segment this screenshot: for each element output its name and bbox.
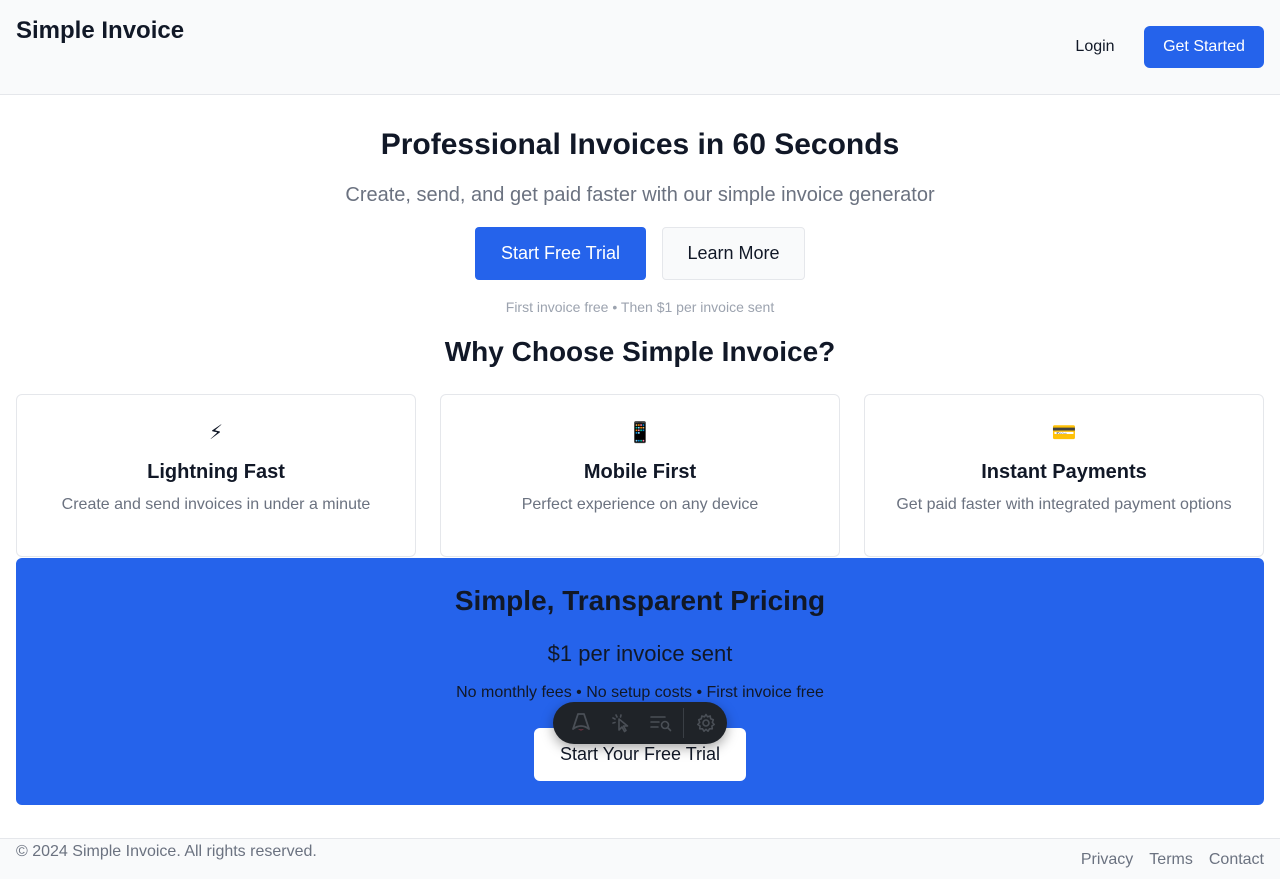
credit-card-icon: 💳 — [1051, 422, 1077, 444]
hero-pricing-note: First invoice free • Then $1 per invoice… — [505, 299, 775, 315]
pricing-note: No monthly fees • No setup costs • First… — [456, 684, 824, 701]
gear-icon[interactable] — [686, 702, 726, 744]
feature-card-desc: Get paid faster with integrated payment … — [896, 496, 1232, 513]
feature-card-title: Lightning Fast — [147, 461, 285, 483]
pricing-title: Simple, Transparent Pricing — [454, 585, 826, 616]
get-started-button[interactable]: Get Started — [1144, 26, 1264, 68]
pricing-section: Simple, Transparent Pricing $1 per invoi… — [16, 558, 1264, 805]
brand-logo[interactable]: Simple Invoice — [16, 17, 184, 45]
site-footer: © 2024 Simple Invoice. All rights reserv… — [0, 838, 1280, 879]
features-title: Why Choose Simple Invoice? — [444, 336, 836, 367]
feature-card-title: Instant Payments — [981, 461, 1147, 483]
copyright-text: © 2024 Simple Invoice. All rights reserv… — [16, 843, 317, 860]
feature-card-mobile-first: 📱 Mobile First Perfect experience on any… — [440, 394, 840, 557]
feature-card-lightning-fast: ⚡ Lightning Fast Create and send invoice… — [16, 394, 416, 557]
terms-link[interactable]: Terms — [1149, 851, 1193, 869]
lightning-icon: ⚡ — [208, 422, 224, 444]
feature-card-desc: Perfect experience on any device — [521, 496, 759, 513]
feature-card-desc: Create and send invoices in under a minu… — [61, 496, 371, 513]
learn-more-button[interactable]: Learn More — [662, 227, 805, 280]
astro-logo-icon[interactable] — [561, 702, 601, 744]
footer-links: Privacy Terms Contact — [1081, 851, 1264, 869]
start-free-trial-button[interactable]: Start Free Trial — [475, 227, 646, 280]
feature-card-title: Mobile First — [583, 461, 697, 483]
floating-dev-toolbar — [553, 702, 727, 744]
feature-card-instant-payments: 💳 Instant Payments Get paid faster with … — [864, 394, 1264, 557]
mobile-phone-icon: 📱 — [627, 422, 653, 444]
contact-link[interactable]: Contact — [1209, 851, 1264, 869]
list-search-icon[interactable] — [641, 702, 681, 744]
login-button[interactable]: Login — [1060, 26, 1130, 68]
toolbar-divider — [683, 708, 684, 738]
cursor-click-icon[interactable] — [601, 702, 641, 744]
hero-subtitle: Create, send, and get paid faster with o… — [345, 184, 935, 206]
pricing-price: $1 per invoice sent — [547, 641, 733, 666]
site-header: Simple Invoice Login Get Started — [0, 0, 1280, 95]
hero-title: Professional Invoices in 60 Seconds — [380, 128, 900, 161]
privacy-link[interactable]: Privacy — [1081, 851, 1133, 869]
